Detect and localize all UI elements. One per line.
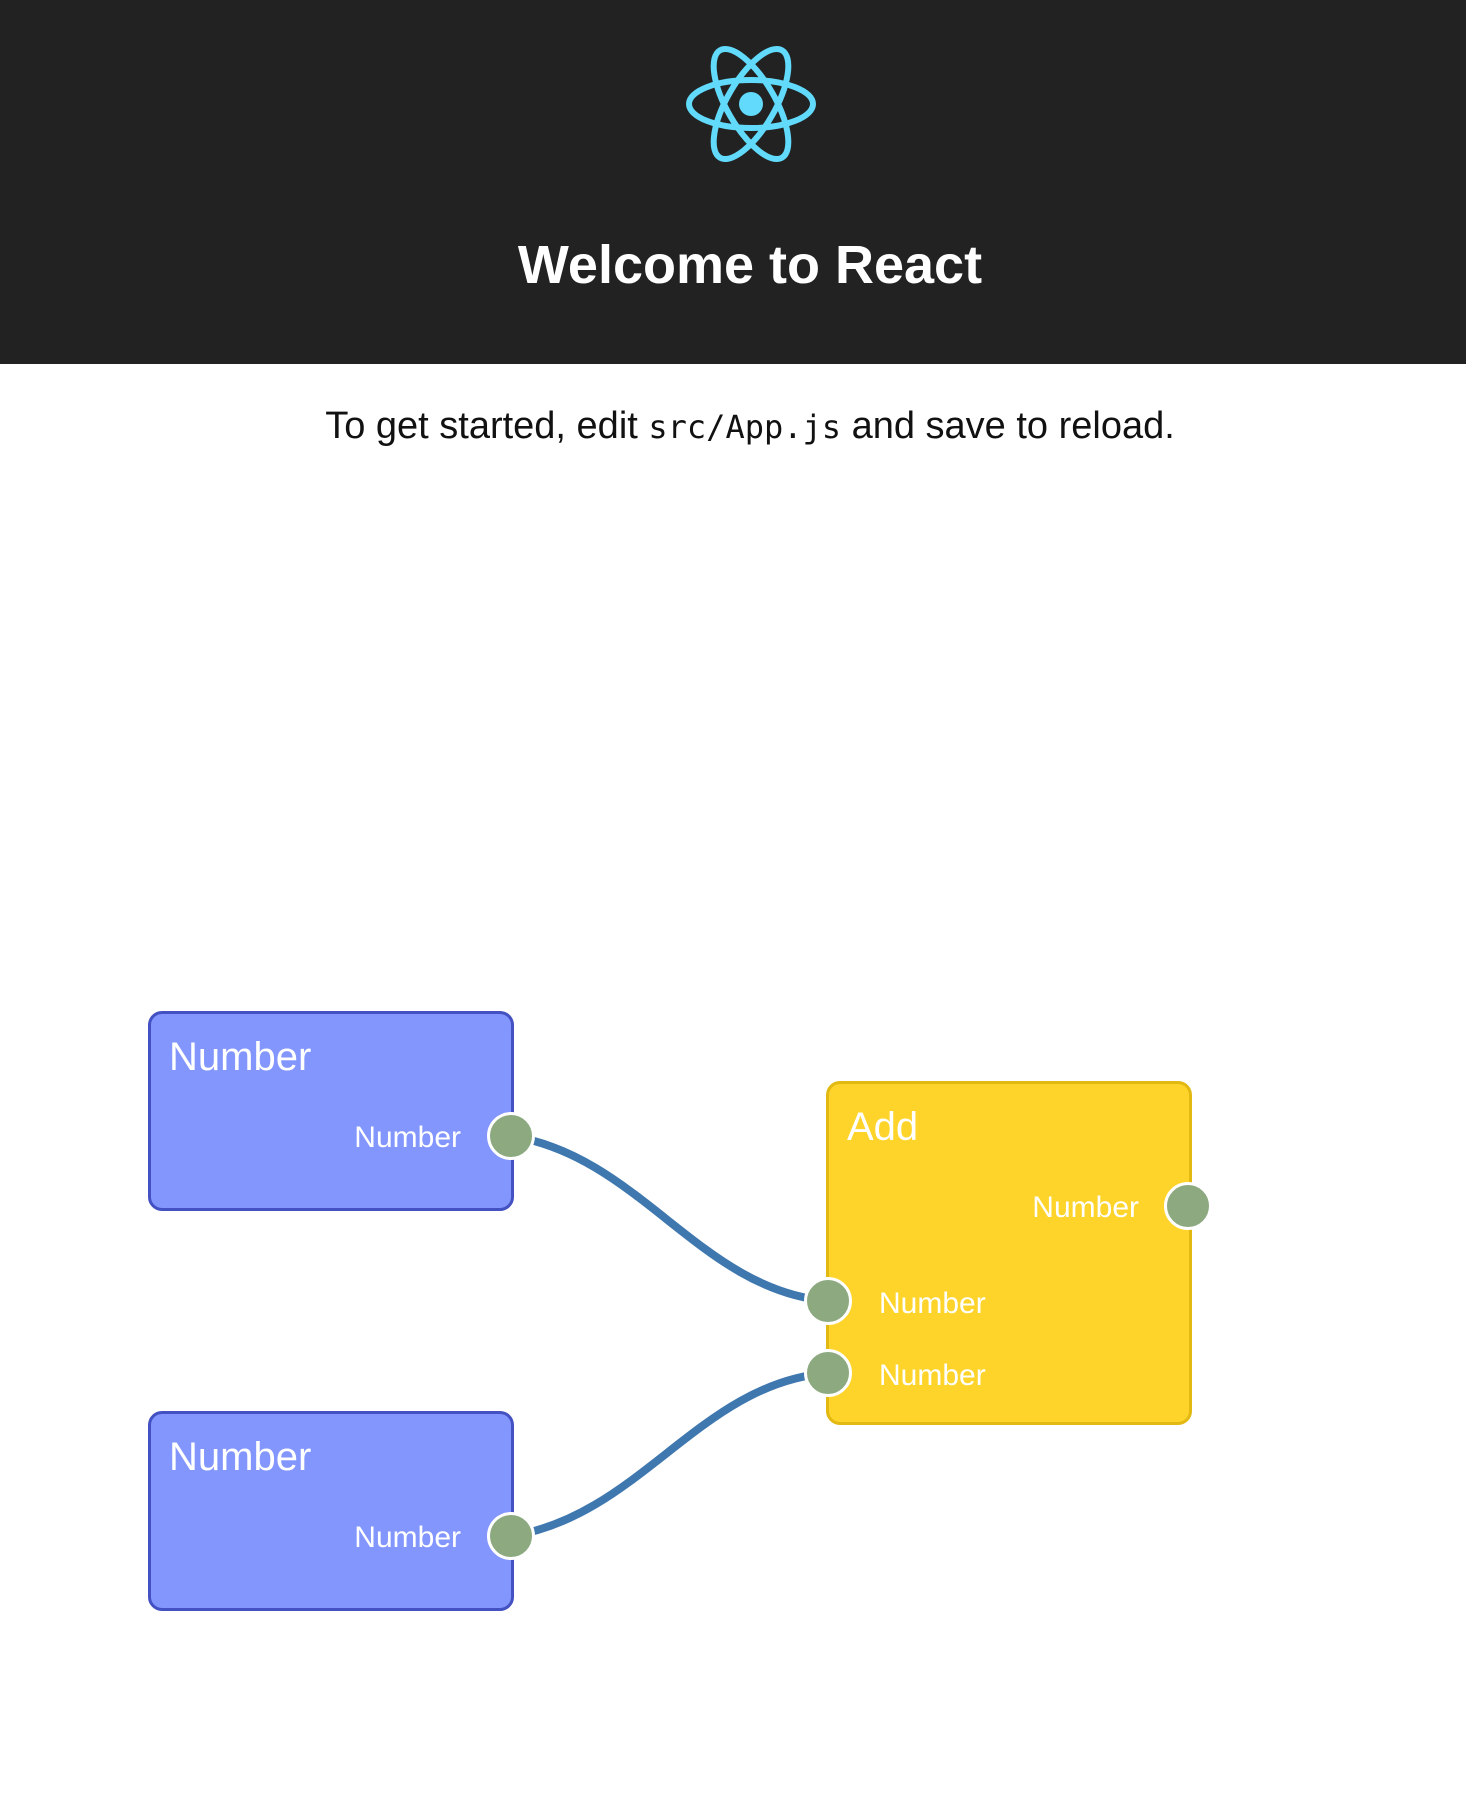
- node-title: Number: [169, 1435, 312, 1479]
- number-node-2-output-port[interactable]: [487, 1512, 535, 1560]
- add-node-output-port[interactable]: [1164, 1182, 1212, 1230]
- add-node[interactable]: Add Number Number Number: [826, 1081, 1192, 1425]
- number-node-1[interactable]: Number Number: [148, 1011, 514, 1211]
- input-port-label-1: Number: [879, 1287, 986, 1320]
- output-port-label: Number: [354, 1521, 461, 1554]
- add-node-input-port-1[interactable]: [804, 1277, 852, 1325]
- node-graph-canvas[interactable]: Number Number Number Number Add Number N…: [0, 0, 1466, 1816]
- output-port-label: Number: [1032, 1191, 1139, 1224]
- link-number2-to-add-input2[interactable]: [507, 1369, 832, 1540]
- number-node-1-output-port[interactable]: [487, 1112, 535, 1160]
- number-node-2[interactable]: Number Number: [148, 1411, 514, 1611]
- link-number1-to-add-input1[interactable]: [507, 1132, 832, 1305]
- input-port-label-2: Number: [879, 1359, 986, 1392]
- node-title: Add: [847, 1105, 919, 1149]
- add-node-input-port-2[interactable]: [804, 1349, 852, 1397]
- output-port-label: Number: [354, 1121, 461, 1154]
- node-title: Number: [169, 1035, 312, 1079]
